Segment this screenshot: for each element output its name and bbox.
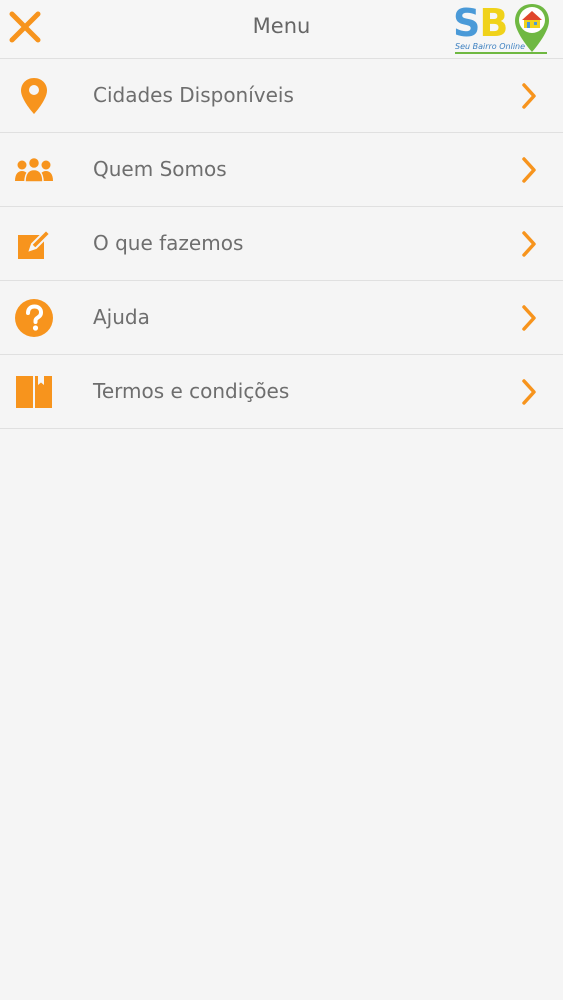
- menu-item-cidades-disponiveis[interactable]: Cidades Disponíveis: [0, 59, 563, 133]
- logo-letter-b: B: [479, 1, 508, 45]
- chevron-right-icon: [522, 157, 536, 183]
- menu-item-label: Termos e condições: [93, 379, 290, 403]
- chevron-right-icon: [522, 83, 536, 109]
- menu-item-termos-e-condicoes[interactable]: Termos e condições: [0, 355, 563, 429]
- people-group-icon: [14, 150, 54, 190]
- menu-item-label: Ajuda: [93, 305, 150, 329]
- edit-note-icon: [14, 224, 54, 264]
- logo-tagline: Seu Bairro Online: [455, 42, 526, 51]
- menu-item-label: Cidades Disponíveis: [93, 83, 294, 107]
- logo-underline: [455, 52, 547, 54]
- logo-letters: SB: [453, 1, 508, 45]
- app-header: Menu SB Seu Bairro Online: [0, 0, 563, 59]
- menu-item-label: Quem Somos: [93, 157, 227, 181]
- menu-item-o-que-fazemos[interactable]: O que fazemos: [0, 207, 563, 281]
- chevron-right-icon: [522, 231, 536, 257]
- menu-item-quem-somos[interactable]: Quem Somos: [0, 133, 563, 207]
- location-pin-icon: [14, 76, 54, 116]
- help-circle-icon: [14, 298, 54, 338]
- chevron-right-icon: [522, 305, 536, 331]
- app-logo: SB Seu Bairro Online: [453, 2, 551, 54]
- chevron-right-icon: [522, 379, 536, 405]
- menu-list: Cidades Disponíveis Quem Somos O que faz…: [0, 59, 563, 429]
- book-icon: [14, 372, 54, 412]
- logo-letter-s: S: [453, 1, 480, 45]
- menu-item-ajuda[interactable]: Ajuda: [0, 281, 563, 355]
- menu-item-label: O que fazemos: [93, 231, 244, 255]
